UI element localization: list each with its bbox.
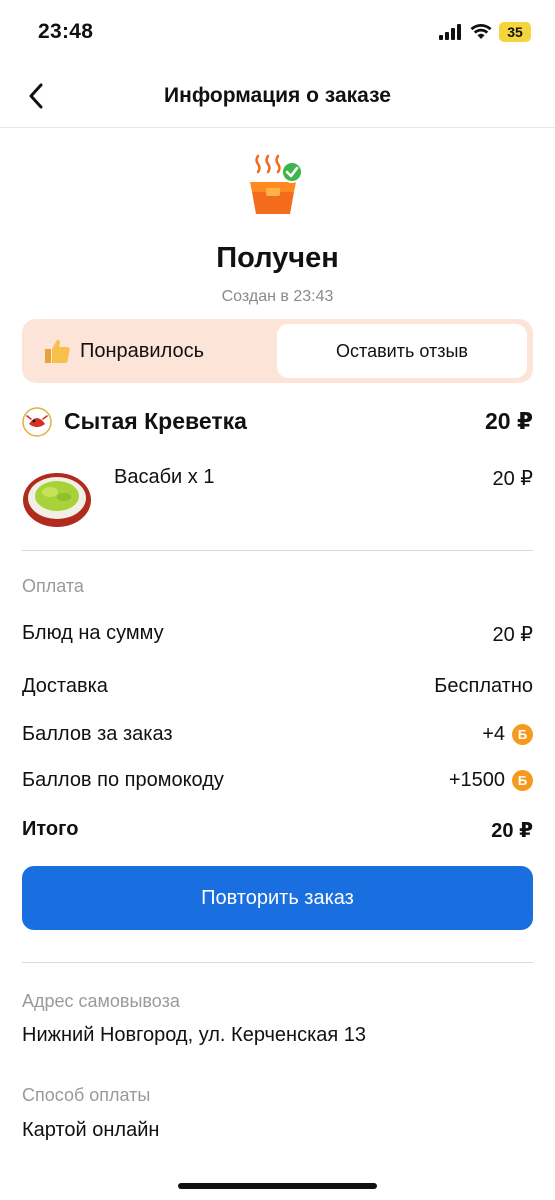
wasabi-image xyxy=(23,473,91,527)
payment-row-value: +4 Б xyxy=(482,723,533,746)
payment-method-value: Картой онлайн xyxy=(22,1119,160,1141)
home-indicator xyxy=(178,1183,377,1189)
payment-row-total: Итого 20 ₽ xyxy=(22,815,533,845)
payment-row-delivery: Доставка Бесплатно xyxy=(22,672,533,702)
divider xyxy=(22,962,533,963)
payment-row-bonus: Баллов за заказ +4 Б xyxy=(22,720,533,750)
thumbs-up-icon xyxy=(45,339,70,363)
restaurant-logo xyxy=(22,407,52,437)
repeat-order-button[interactable]: Повторить заказ xyxy=(22,866,533,930)
list-item: Васаби x 1 20 ₽ xyxy=(22,462,533,532)
item-name: Васаби x 1 xyxy=(114,466,215,488)
wifi-icon xyxy=(470,24,492,39)
status-icons: 35 xyxy=(439,22,531,42)
leave-review-button[interactable]: Оставить отзыв xyxy=(277,324,527,378)
payment-method-label: Способ оплаты xyxy=(22,1085,151,1105)
payment-row-value: Бесплатно xyxy=(434,675,533,697)
item-price: 20 ₽ xyxy=(492,468,533,490)
payment-row-label: Баллов по промокоду xyxy=(22,769,224,791)
feedback-panel: Понравилось Оставить отзыв xyxy=(22,319,533,383)
status-time: 23:48 xyxy=(38,20,94,43)
restaurant-name: Сытая Креветка xyxy=(64,408,247,434)
payment-row-promo-bonus: Баллов по промокоду +1500 Б xyxy=(22,766,533,796)
divider xyxy=(22,550,533,551)
payment-section-label: Оплата xyxy=(22,576,84,596)
payment-row-value: +1500 Б xyxy=(449,769,533,792)
payment-row-value: 20 ₽ xyxy=(492,624,533,646)
payment-row-label: Баллов за заказ xyxy=(22,723,173,745)
pickup-address-label: Адрес самовывоза xyxy=(22,991,180,1011)
order-status: Получен xyxy=(216,242,339,274)
payment-row-subtotal: Блюд на сумму 20 ₽ xyxy=(22,619,533,649)
status-bar: 23:48 35 xyxy=(0,0,555,64)
pickup-address-value: Нижний Новгород, ул. Керченская 13 xyxy=(22,1024,367,1046)
signal-icon xyxy=(439,24,461,40)
liked-label: Понравилось xyxy=(80,339,205,362)
payment-row-label: Блюд на сумму xyxy=(22,622,164,644)
order-box-icon xyxy=(250,154,303,214)
bonus-coin-icon: Б xyxy=(512,770,533,791)
battery-indicator: 35 xyxy=(499,22,531,42)
page-title: Информация о заказе xyxy=(164,84,391,107)
bonus-coin-icon: Б xyxy=(512,724,533,745)
order-created-time: Создан в 23:43 xyxy=(221,288,334,305)
payment-row-label: Доставка xyxy=(22,675,108,697)
nav-header: Информация о заказе xyxy=(0,64,555,128)
liked-button[interactable]: Понравилось xyxy=(42,333,204,369)
restaurant-total: 20 ₽ xyxy=(485,408,533,434)
restaurant-row: Сытая Креветка 20 ₽ xyxy=(22,404,533,440)
total-value: 20 ₽ xyxy=(491,820,533,842)
total-label: Итого xyxy=(22,818,79,840)
